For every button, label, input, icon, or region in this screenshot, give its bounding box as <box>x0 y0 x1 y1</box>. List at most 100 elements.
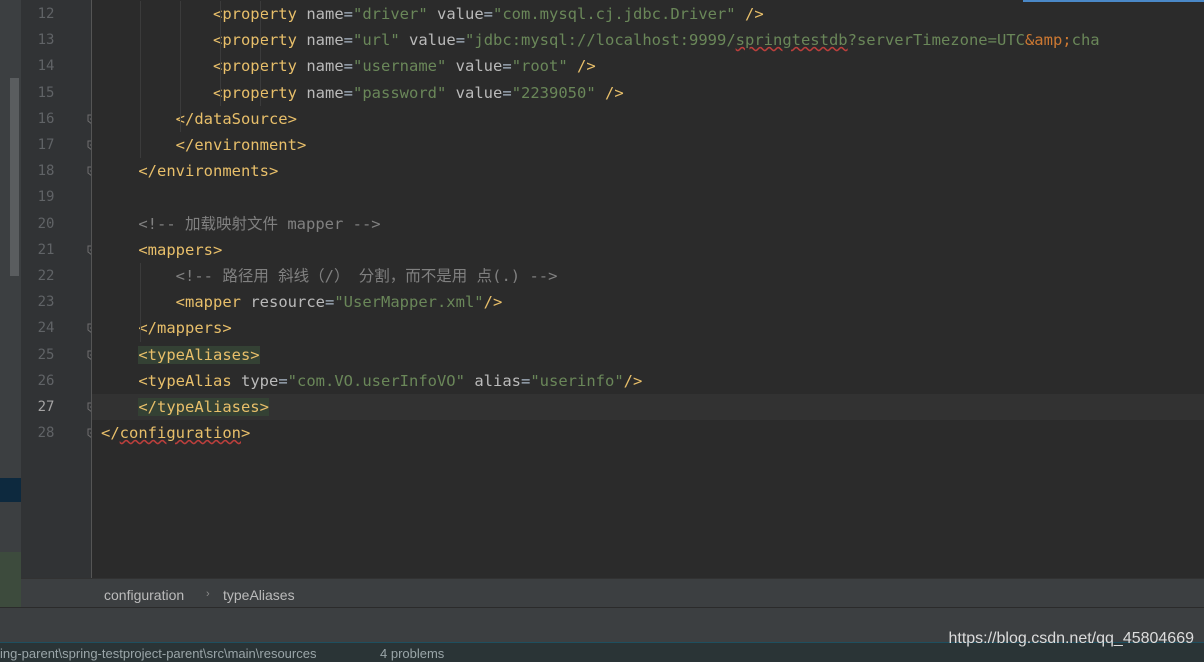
token-attr: resource <box>250 293 325 312</box>
token-val: "root" <box>511 57 568 76</box>
line-number: 15 <box>37 84 55 101</box>
token-eq: = <box>343 5 353 23</box>
code-text: </dataSource> <box>101 106 297 132</box>
line-number: 22 <box>37 268 55 284</box>
token-tag: <mappers> <box>138 240 223 259</box>
token-tag: /> <box>745 5 764 23</box>
line-number: 21 <box>37 241 55 258</box>
watermark: https://blog.csdn.net/qq_45804669 <box>948 630 1194 647</box>
code-text: <mapper resource="UserMapper.xml"/> <box>101 289 503 315</box>
code-line[interactable] <box>92 184 1204 210</box>
token-attr: type <box>241 371 279 390</box>
breadcrumb-item-typealiases[interactable]: typeAliases <box>223 579 295 608</box>
token-eq: = <box>278 371 288 390</box>
line-number: 16 <box>37 110 55 127</box>
line-number: 27 <box>37 399 55 415</box>
token-tag: <property <box>212 31 297 50</box>
code-line[interactable]: </configuration> <box>92 420 1204 446</box>
token-val: "jdbc:mysql://localhost:9999/ <box>465 31 736 50</box>
left-tool-strip <box>0 0 21 607</box>
token-val: "username" <box>353 57 447 76</box>
line-number: 12 <box>37 6 55 22</box>
token-tag: /> <box>483 293 503 312</box>
code-line[interactable]: </mappers> <box>92 315 1204 341</box>
token-tag: <typeAlias <box>138 371 232 390</box>
code-line[interactable]: </typeAliases> <box>92 394 1204 420</box>
token-comment: <!-- 路径用 斜线（/） 分割，而不是用 点(.) --> <box>175 267 558 285</box>
indent-guide <box>220 1 221 106</box>
status-file-path: ing-parent\spring-testproject-parent\src… <box>0 646 317 661</box>
code-line[interactable]: <typeAliases> <box>92 342 1204 368</box>
code-line[interactable]: <property name="driver" value="com.mysql… <box>92 1 1204 27</box>
token-val: cha <box>1071 31 1100 50</box>
line-number-gutter: 12 13 14 15 16 17 18 19 20 21 22 23 24 25 26 27 28 <box>21 0 97 578</box>
token-taghl: <typeAliases> <box>138 345 260 364</box>
token-attr: value <box>455 83 503 102</box>
code-text: <property name="url" value="jdbc:mysql:/… <box>101 27 1100 53</box>
code-text: <!-- 路径用 斜线（/） 分割，而不是用 点(.) --> <box>101 263 558 289</box>
status-problems[interactable]: 4 problems <box>380 646 444 661</box>
indent-guide <box>140 1 141 159</box>
code-line[interactable]: <property name="password" value="2239050… <box>92 80 1204 106</box>
token-eq: = <box>455 31 466 50</box>
token-tag: /> <box>623 371 643 390</box>
code-line[interactable]: <typeAlias type="com.VO.userInfoVO" alia… <box>92 368 1204 394</box>
line-number: 17 <box>37 137 55 153</box>
active-tab-indicator <box>1023 0 1204 2</box>
token-val: "UserMapper.xml" <box>334 293 484 312</box>
indent-guide <box>180 1 181 132</box>
code-text: <typeAlias type="com.VO.userInfoVO" alia… <box>101 368 642 394</box>
token-eq: = <box>502 83 512 102</box>
line-number: 23 <box>37 294 55 311</box>
breadcrumb-item-configuration[interactable]: configuration <box>104 579 184 608</box>
token-attr: value <box>437 5 484 23</box>
code-line[interactable]: <property name="username" value="root" /… <box>92 53 1204 79</box>
code-line[interactable]: <!-- 路径用 斜线（/） 分割，而不是用 点(.) --> <box>92 263 1204 289</box>
token-val: "driver" <box>353 5 428 23</box>
code-text: <mappers> <box>101 237 222 263</box>
code-text: <!-- 加载映射文件 mapper --> <box>101 211 380 237</box>
code-text: <typeAliases> <box>101 342 260 368</box>
token-eq: = <box>521 371 531 390</box>
token-tag: </ <box>101 424 120 443</box>
code-line[interactable]: <property name="url" value="jdbc:mysql:/… <box>92 27 1204 53</box>
token-ent: &amp; <box>1024 31 1072 50</box>
code-text: <property name="driver" value="com.mysql… <box>101 1 764 27</box>
project-selected-row[interactable] <box>0 478 21 502</box>
token-val: "userinfo" <box>530 371 624 390</box>
token-tag: /> <box>577 57 596 76</box>
token-tag: <property <box>212 5 297 23</box>
line-number: 25 <box>37 346 55 363</box>
token-eq: = <box>502 57 512 76</box>
code-line[interactable]: </environments> <box>92 158 1204 184</box>
code-text: </configuration> <box>101 420 250 446</box>
line-number: 20 <box>37 215 55 232</box>
token-tag: </mappers> <box>138 319 232 338</box>
code-text: <property name="username" value="root" /… <box>101 53 596 79</box>
token-tag: /> <box>605 83 624 102</box>
token-attr: name <box>306 83 344 102</box>
code-line[interactable]: </environment> <box>92 132 1204 158</box>
project-scrollbar-thumb[interactable] <box>10 78 19 276</box>
breadcrumb-separator-icon: › <box>206 588 210 600</box>
code-line[interactable]: <!-- 加载映射文件 mapper --> <box>92 211 1204 237</box>
code-line[interactable]: <mapper resource="UserMapper.xml"/> <box>92 289 1204 315</box>
code-line[interactable]: <mappers> <box>92 237 1204 263</box>
token-val: "com.mysql.cj.jdbc.Driver" <box>493 5 736 23</box>
code-line[interactable]: </dataSource> <box>92 106 1204 132</box>
token-attr: value <box>455 57 503 76</box>
line-number: 19 <box>37 189 55 206</box>
token-tag: </environments> <box>138 162 279 181</box>
code-editor[interactable]: <property name="driver" value="com.mysql… <box>92 0 1204 578</box>
code-text: </environment> <box>101 132 307 158</box>
line-number: 18 <box>37 163 55 180</box>
token-attr: name <box>306 57 344 76</box>
token-tagsq: configuration <box>119 424 241 443</box>
